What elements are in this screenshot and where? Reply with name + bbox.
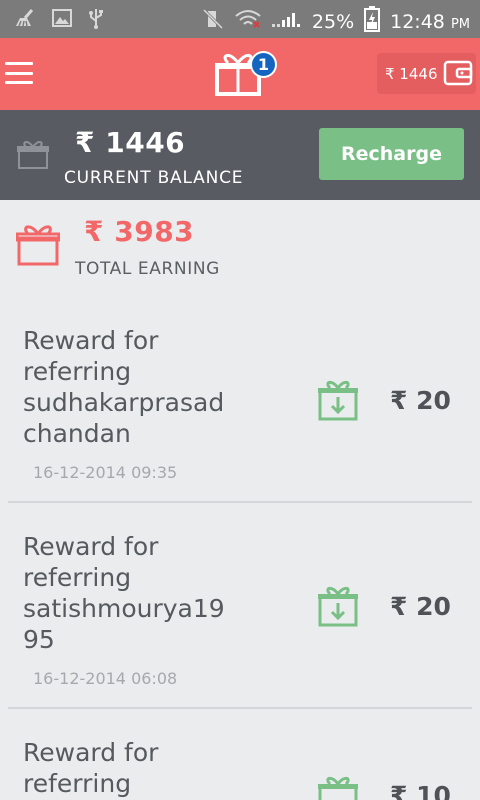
image-icon: [52, 8, 72, 33]
gift-download-icon: [317, 775, 359, 800]
title-line: sudhakarprasad: [23, 388, 225, 417]
gift-download-icon: [317, 585, 359, 632]
title-line: 95: [23, 625, 55, 654]
cleaner-icon: [14, 8, 36, 33]
signal-icon: [271, 10, 302, 33]
battery-percent: 25%: [311, 10, 355, 33]
title-line: chandan: [23, 419, 131, 448]
transaction-title: Reward for referring satishmourya19 95: [23, 531, 283, 655]
title-line: referring: [23, 769, 132, 798]
transaction-date: 16-12-2014 09:35: [33, 463, 178, 482]
gift-download-icon: [317, 379, 359, 426]
transaction-amount: ₹ 10: [390, 781, 451, 800]
transaction-title: Reward for referring sudhakarprasad chan…: [23, 325, 283, 449]
clock: 12:48 PM: [390, 11, 470, 33]
total-earning-amount: ₹ 3983: [84, 215, 195, 248]
title-line: referring: [23, 563, 132, 592]
wallet-balance: ₹ 1446: [385, 64, 438, 83]
gift-icon: [15, 222, 61, 271]
battery-charging-icon: [364, 6, 381, 37]
transaction-amount: ₹ 20: [390, 592, 451, 621]
title-line: Reward for: [23, 326, 159, 355]
wifi-icon: [234, 8, 262, 35]
title-line: Reward for: [23, 738, 159, 767]
wallet-button[interactable]: ₹ 1446: [377, 53, 476, 94]
clock-suffix: PM: [450, 16, 470, 32]
status-bar: 25% 12:48 PM: [0, 0, 480, 38]
wallet-icon: [443, 59, 473, 92]
title-line: referring: [23, 357, 132, 386]
title-line: satishmourya19: [23, 594, 225, 623]
current-balance-label: CURRENT BALANCE: [64, 168, 244, 188]
notification-badge[interactable]: 1: [250, 51, 277, 78]
total-earning-label: TOTAL EARNING: [75, 259, 220, 279]
current-balance-amount: ₹ 1446: [75, 126, 186, 159]
divider: [8, 707, 472, 709]
transaction-title: Reward for referring: [23, 737, 283, 799]
menu-icon[interactable]: [5, 62, 33, 84]
title-line: Reward for: [23, 532, 159, 561]
transaction-amount: ₹ 20: [390, 386, 451, 415]
list-item[interactable]: Reward for referring ₹ 10: [0, 737, 480, 800]
divider: [8, 501, 472, 503]
recharge-button[interactable]: Recharge: [319, 128, 464, 180]
usb-icon: [88, 7, 104, 34]
transaction-date: 16-12-2014 06:08: [33, 669, 178, 688]
mute-icon: [202, 8, 224, 35]
clock-time: 12:48: [390, 10, 445, 33]
gift-icon: [17, 138, 49, 175]
